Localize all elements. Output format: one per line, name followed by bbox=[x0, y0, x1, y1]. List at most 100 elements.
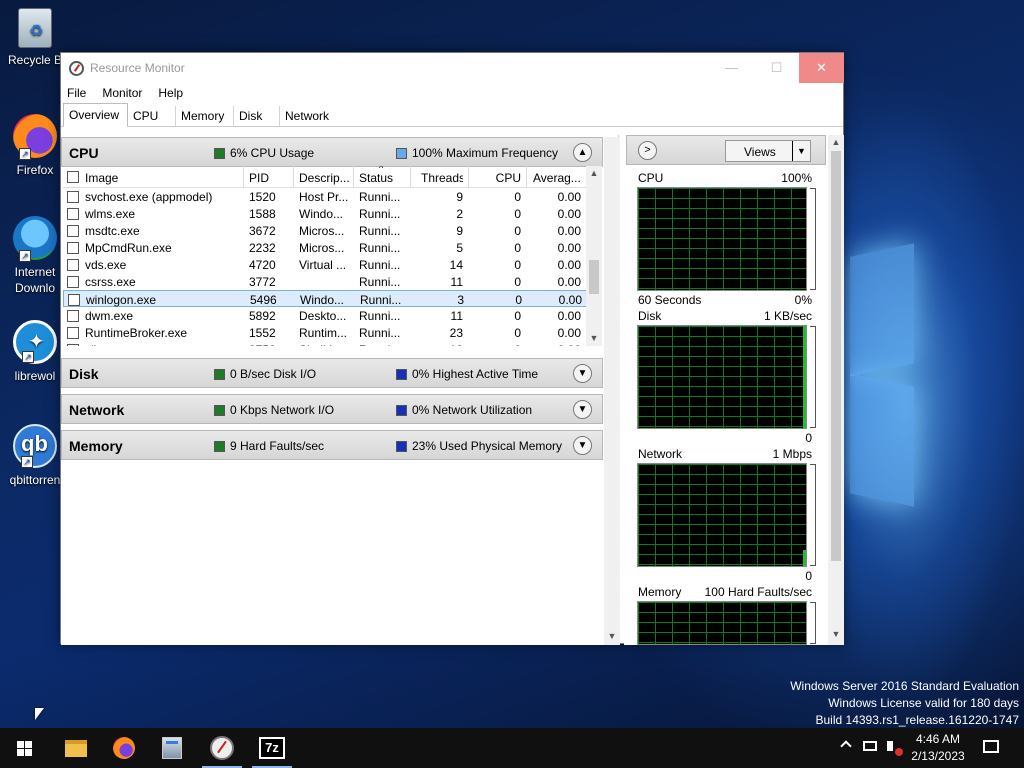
column-header-average-cpu[interactable]: Averag... bbox=[533, 171, 581, 185]
menu-file[interactable]: File bbox=[67, 86, 86, 100]
title-bar[interactable]: Resource Monitor — ☐ ✕ bbox=[61, 53, 844, 83]
scroll-down-arrow-icon[interactable]: ▼ bbox=[828, 629, 844, 639]
table-row[interactable]: vds.exe 4720 Virtual ... Runni... 14 0 0.00 bbox=[63, 256, 589, 273]
section-title: Network bbox=[69, 402, 125, 418]
shortcut-arrow-icon: ↗ bbox=[21, 456, 33, 468]
tab-disk[interactable]: Disk bbox=[234, 106, 281, 126]
column-header-image[interactable]: Image bbox=[85, 171, 118, 185]
tab-network[interactable]: Network bbox=[280, 106, 338, 126]
network-section-header[interactable]: Network 0 Kbps Network I/O 0% Network Ut… bbox=[61, 394, 603, 424]
row-description: Shell I... bbox=[299, 343, 354, 346]
menu-help[interactable]: Help bbox=[158, 86, 183, 100]
select-all-checkbox[interactable] bbox=[67, 171, 79, 183]
table-row[interactable]: dwm.exe 5892 Deskto... Runni... 11 0 0.00 bbox=[63, 307, 589, 324]
process-table-scrollbar[interactable]: ▲ ▼ bbox=[586, 166, 602, 346]
collapse-graphs-arrow-icon[interactable]: > bbox=[638, 141, 657, 160]
row-checkbox[interactable] bbox=[67, 344, 79, 346]
row-threads: 11 bbox=[450, 275, 463, 289]
row-average-cpu: 0.00 bbox=[557, 224, 581, 238]
expand-chevron-down-icon[interactable]: ▼ bbox=[573, 436, 592, 455]
minimize-button[interactable]: — bbox=[709, 53, 754, 83]
column-header-description[interactable]: Descrip... bbox=[299, 171, 350, 185]
graphs-right-pane: > Views ▼ CPU 100% 60 Seconds 0% Disk 1 … bbox=[624, 135, 844, 645]
table-row[interactable]: svchost.exe (appmodel) 1520 Host Pr... Runn… bbox=[63, 188, 589, 205]
row-status: Runni... bbox=[359, 343, 409, 346]
column-header-status[interactable]: Status bbox=[359, 171, 393, 185]
taskbar-7zip[interactable]: 7z bbox=[248, 728, 296, 768]
left-pane-scrollbar[interactable]: ▼ bbox=[604, 137, 620, 645]
row-checkbox[interactable] bbox=[67, 225, 79, 237]
table-row[interactable]: winlogon.exe 5496 Windo... Runni... 3 0 0.00 bbox=[63, 290, 589, 307]
taskbar-server-manager[interactable] bbox=[148, 728, 196, 768]
tab-overview[interactable]: Overview bbox=[63, 103, 129, 127]
graph-max-label: 100% bbox=[781, 171, 812, 185]
table-row[interactable]: MpCmdRun.exe 2232 Micros... Runni... 5 0 0.00 bbox=[63, 239, 589, 256]
row-checkbox[interactable] bbox=[67, 191, 79, 203]
notifications-icon[interactable] bbox=[980, 728, 1004, 768]
row-average-cpu: 0.00 bbox=[557, 258, 581, 272]
table-row[interactable]: msdtc.exe 3672 Micros... Runni... 9 0 0.00 bbox=[63, 222, 589, 239]
scrollbar-thumb[interactable] bbox=[589, 260, 599, 294]
expand-chevron-down-icon[interactable]: ▼ bbox=[573, 400, 592, 419]
scrollbar-thumb[interactable] bbox=[831, 151, 841, 561]
scroll-down-arrow-icon[interactable]: ▼ bbox=[586, 333, 602, 343]
column-header-threads[interactable]: Threads bbox=[421, 171, 463, 185]
row-status: Runni... bbox=[359, 258, 401, 272]
table-row[interactable]: wlms.exe 1588 Windo... Runni... 2 0 0.00 bbox=[63, 205, 589, 222]
green-square-icon bbox=[214, 440, 225, 452]
taskbar-firefox[interactable] bbox=[100, 728, 148, 768]
row-checkbox[interactable] bbox=[67, 276, 79, 288]
row-checkbox[interactable] bbox=[67, 310, 79, 322]
collapse-chevron-up-icon[interactable]: ▲ bbox=[573, 143, 592, 162]
row-average-cpu: 0.00 bbox=[557, 275, 581, 289]
table-row[interactable]: RuntimeBroker.exe 1552 Runtim... Runni... 23… bbox=[63, 324, 589, 341]
row-threads: 9 bbox=[456, 224, 463, 238]
row-checkbox[interactable] bbox=[67, 242, 79, 254]
row-image: svchost.exe (appmodel) bbox=[85, 190, 213, 204]
start-button[interactable] bbox=[0, 728, 48, 768]
row-description: Micros... bbox=[299, 224, 345, 238]
scroll-up-arrow-icon[interactable]: ▲ bbox=[828, 137, 844, 147]
row-checkbox[interactable] bbox=[68, 294, 80, 306]
taskbar-file-explorer[interactable] bbox=[52, 728, 100, 768]
row-pid: 3672 bbox=[249, 224, 276, 238]
green-square-icon bbox=[214, 368, 225, 380]
maximize-button[interactable]: ☐ bbox=[754, 53, 799, 83]
row-checkbox[interactable] bbox=[67, 259, 79, 271]
row-status: Runni... bbox=[359, 207, 401, 221]
row-image: csrss.exe bbox=[85, 275, 136, 289]
cpu-section-header[interactable]: CPU 6% CPU Usage 100% Maximum Frequency … bbox=[61, 137, 603, 167]
tab-memory[interactable]: Memory bbox=[176, 106, 235, 126]
network-tray-icon[interactable] bbox=[860, 728, 882, 768]
column-header-cpu[interactable]: CPU bbox=[481, 171, 521, 185]
shortcut-arrow-icon: ↗ bbox=[19, 250, 31, 262]
indicator-text: 100% Maximum Frequency bbox=[412, 146, 559, 160]
blue-square-icon bbox=[396, 368, 407, 380]
disk-activity-graph bbox=[637, 325, 816, 429]
graphs-scrollbar[interactable]: ▲ ▼ bbox=[828, 135, 844, 645]
row-checkbox[interactable] bbox=[67, 327, 79, 339]
row-checkbox[interactable] bbox=[67, 208, 79, 220]
tab-cpu[interactable]: CPU bbox=[128, 106, 177, 126]
show-hidden-icons-chevron-icon[interactable] bbox=[838, 728, 856, 768]
scroll-down-arrow-icon[interactable]: ▼ bbox=[604, 631, 620, 641]
expand-chevron-down-icon[interactable]: ▼ bbox=[573, 364, 592, 383]
views-dropdown[interactable]: Views ▼ bbox=[725, 140, 811, 162]
indicator-text: 0 B/sec Disk I/O bbox=[230, 367, 317, 381]
section-title: Memory bbox=[69, 438, 123, 454]
scroll-up-arrow-icon[interactable]: ▲ bbox=[586, 168, 602, 178]
tab-strip: Overview CPU Memory Disk Network bbox=[61, 103, 843, 127]
taskbar-clock[interactable]: 4:46 AM 2/13/2023 bbox=[908, 731, 968, 765]
table-row[interactable]: sihost.exe 3752 Shell I... Runni... 13 0 0.00 bbox=[63, 341, 589, 346]
table-row[interactable]: csrss.exe 3772 Runni... 11 0 0.00 bbox=[63, 273, 589, 290]
disk-section-header[interactable]: Disk 0 B/sec Disk I/O 0% Highest Active … bbox=[61, 358, 603, 388]
row-image: MpCmdRun.exe bbox=[85, 241, 172, 255]
volume-muted-icon[interactable] bbox=[884, 728, 906, 768]
row-status: Runni... bbox=[359, 190, 401, 204]
row-pid: 5892 bbox=[249, 309, 276, 323]
menu-monitor[interactable]: Monitor bbox=[102, 86, 142, 100]
taskbar-resource-monitor[interactable] bbox=[198, 728, 246, 768]
column-header-pid[interactable]: PID bbox=[249, 171, 269, 185]
memory-section-header[interactable]: Memory 9 Hard Faults/sec 23% Used Physic… bbox=[61, 430, 603, 460]
close-button[interactable]: ✕ bbox=[799, 53, 844, 83]
